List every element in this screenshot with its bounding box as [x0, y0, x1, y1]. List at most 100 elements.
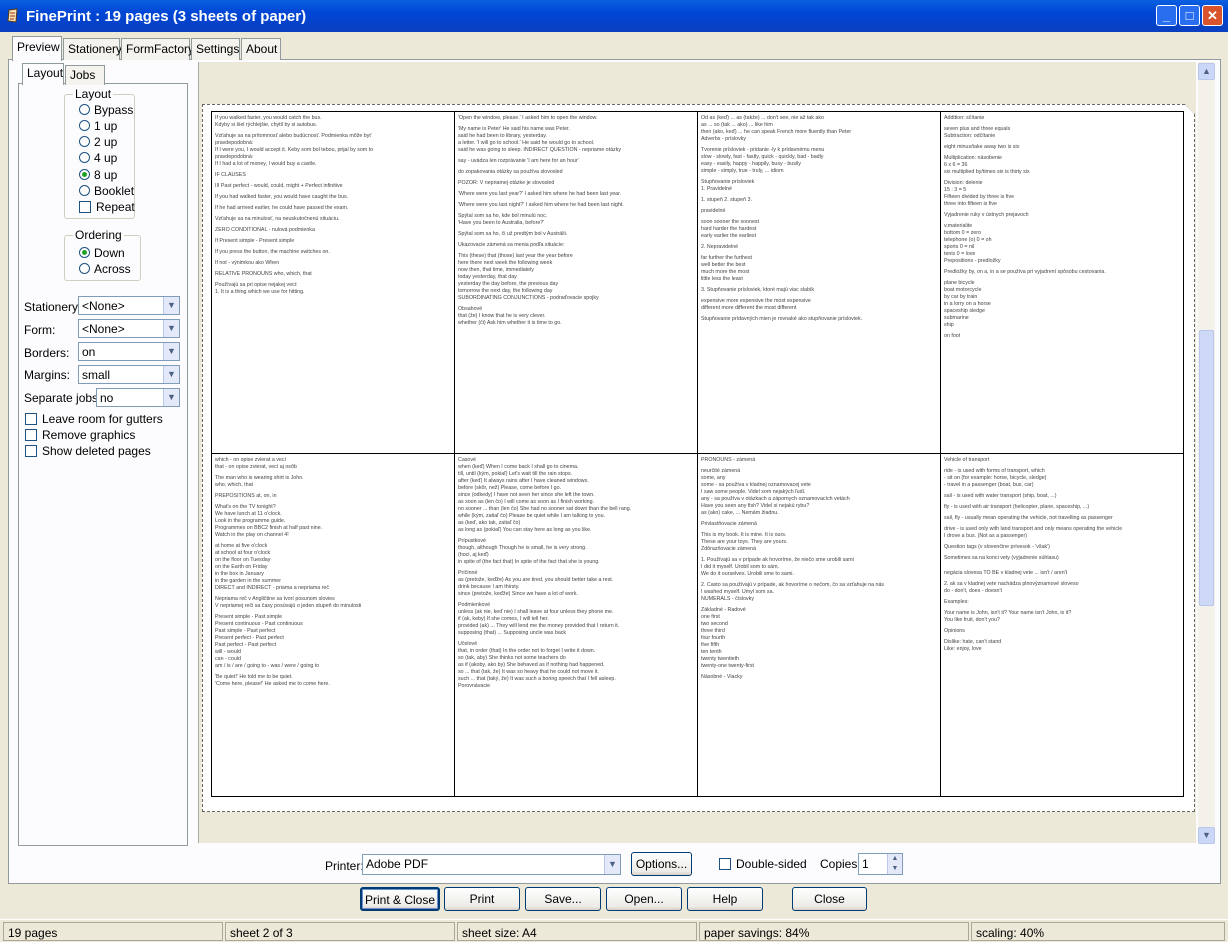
page-text-line: little less the least: [701, 276, 743, 282]
page-text-line: 'My name is Peter' He said his name was …: [458, 126, 570, 132]
page-text-line: Like: enjoy, love: [944, 646, 982, 652]
page-thumbnail[interactable]: If you walked faster, you would catch th…: [212, 112, 455, 454]
page-text-line: Stupňovanie prídavných mien je rovnaké a…: [701, 316, 863, 322]
page-text-line: today yesterday, that day: [458, 274, 517, 280]
page-thumbnail[interactable]: which - on opise zvierat a vecí that - on…: [212, 454, 455, 796]
copies-stepper[interactable]: 1 ▲ ▼: [858, 853, 903, 875]
radio-label: 2 up: [94, 135, 118, 149]
page-text-line: which - on opise zvierat a vecí: [215, 457, 286, 463]
page-thumbnail[interactable]: Časové when (keď) When I come back I shal…: [455, 454, 698, 796]
window-title: FinePrint : 19 pages (3 sheets of paper): [26, 8, 307, 25]
page-text-line: Podmienkové: [458, 602, 491, 608]
page-text-line: Základné - Radové: [701, 607, 746, 613]
radio-label: 8 up: [94, 168, 118, 182]
page-text-line: Present perfect - Past perfect: [215, 635, 284, 641]
checkbox-label: Leave room for gutters: [42, 412, 163, 426]
page-text-line: 'Have you been to Australia, before?': [458, 220, 545, 226]
page-text-line: telephone (o) 0 = oh: [944, 237, 992, 243]
page-text-line: so (tak, aby) She thinks not some teache…: [458, 655, 566, 661]
radio-dot-selected: [79, 169, 90, 180]
print-close-button[interactable]: Print & Close: [360, 887, 440, 911]
page-text-line: Fifteen divided by three is five: [944, 194, 1015, 200]
page-text-line: am / is / are / going to - was / were / …: [215, 663, 320, 669]
page-text-line: now then, that time, immediately: [458, 267, 534, 273]
ordering-group-title: Ordering: [73, 228, 124, 242]
page-text-line: boat motorcycle: [944, 287, 982, 293]
spin-up-icon[interactable]: ▲: [887, 854, 902, 864]
page-text-line: fly - is used with air transport (helico…: [944, 504, 1090, 510]
page-thumbnail[interactable]: Addition: sčítanie seven plus and three e…: [941, 112, 1183, 454]
scroll-up-icon[interactable]: ▲: [1198, 63, 1215, 80]
chevron-down-icon: ▼: [163, 297, 179, 314]
page-text-line: since (pretože, keďže) Since we have a l…: [458, 591, 578, 597]
tab-about[interactable]: About: [241, 38, 281, 60]
separate-jobs-select[interactable]: no ▼: [96, 388, 180, 407]
save-button[interactable]: Save...: [525, 887, 601, 911]
radio-dot: [79, 185, 90, 196]
tab-settings[interactable]: Settings: [191, 38, 240, 60]
scroll-down-icon[interactable]: ▼: [1198, 827, 1215, 844]
page-text-line: Addition: sčítanie: [944, 115, 985, 121]
spin-down-icon[interactable]: ▼: [887, 864, 902, 874]
minimize-button[interactable]: _: [1156, 5, 1177, 26]
page-text-line: three into fifteen is five: [944, 201, 997, 207]
margins-label: Margins:: [24, 368, 71, 382]
title-bar: FinePrint : 19 pages (3 sheets of paper)…: [0, 0, 1228, 32]
margins-select[interactable]: small ▼: [78, 365, 180, 384]
page-text-line: Look in the programme guide.: [215, 518, 286, 524]
page-text-line: two second: [701, 621, 728, 627]
page-text-line: Past simple - Past perfect: [215, 628, 276, 634]
page-thumbnail[interactable]: 'Open the window, please.' I asked him t…: [455, 112, 698, 454]
fineprint-app-icon: [7, 8, 18, 23]
page-text-line: 6 x 6 = 36: [944, 162, 968, 168]
page-text-line: We have lunch at 11 o'clock.: [215, 511, 282, 517]
page-grid: If you walked faster, you would catch th…: [211, 111, 1184, 797]
page-thumbnail[interactable]: PRONOUNS - zámená neurčité zámená some, an…: [698, 454, 941, 796]
page-text-line: unless (ak nie, keď nie) I shall leave a…: [458, 609, 614, 615]
page-text-line: 1. Používajú sa v prípade ak hovoríme, ž…: [701, 557, 854, 563]
maximize-button[interactable]: □: [1179, 5, 1200, 26]
page-text-line: early earlier the earliest: [701, 233, 757, 239]
margins-value: small: [82, 368, 111, 382]
page-text-line: no sooner ... than (len čo) She had no s…: [458, 506, 632, 512]
close-window-button[interactable]: ✕: [1202, 5, 1223, 26]
help-button[interactable]: Help: [687, 887, 763, 911]
tab-stationery[interactable]: Stationery: [63, 38, 122, 60]
page-text-line: Vzťahuje sa na minulosť, na neuskutočnen…: [215, 216, 340, 222]
page-text-line: if (ak, keby) If she comes, I will tell …: [458, 616, 549, 622]
page-text-line: simple - simply, true - truly, ... idiom: [701, 168, 784, 174]
form-select[interactable]: <None> ▼: [78, 319, 180, 338]
radio-dot-selected: [79, 247, 90, 258]
subtab-jobs[interactable]: Jobs: [65, 65, 105, 85]
print-button[interactable]: Print: [444, 887, 520, 911]
subtab-layout[interactable]: Layout: [22, 63, 64, 85]
page-text-line: here there next week the following week: [458, 260, 553, 266]
page-text-line: three third: [701, 628, 725, 634]
borders-select[interactable]: on ▼: [78, 342, 180, 361]
checkbox-box: [25, 445, 37, 457]
printer-value: Adobe PDF: [366, 857, 429, 871]
close-button[interactable]: Close: [792, 887, 867, 911]
checkbox-label: Remove graphics: [42, 428, 136, 442]
preview-scrollbar[interactable]: ▲ ▼: [1198, 62, 1215, 844]
page-text-line: If you had walked faster, you would have…: [215, 194, 349, 200]
options-button[interactable]: Options...: [631, 852, 692, 876]
page-text-line: twenty twentieth: [701, 656, 739, 662]
tab-formfactory[interactable]: FormFactory: [121, 38, 194, 60]
borders-label: Borders:: [24, 346, 70, 360]
page-text-line: I did it myself. Urobil som to sám.: [701, 564, 780, 570]
page-thumbnail[interactable]: Vehicle of transport ride - is used with …: [941, 454, 1183, 796]
page-text-line: Tvorenie prísloviek - pridanie -ly k prí…: [701, 147, 825, 153]
tab-preview[interactable]: Preview: [12, 36, 62, 61]
radio-label: 4 up: [94, 151, 118, 165]
printer-select[interactable]: Adobe PDF ▼: [362, 854, 621, 875]
page-text-line: Porovnávacie: [458, 683, 491, 689]
page-text-line: Obsahové: [458, 306, 483, 312]
page-text-line: POZOR: V nepriamej otázke je slovosled: [458, 180, 555, 186]
scroll-thumb[interactable]: [1199, 330, 1214, 606]
stationery-select[interactable]: <None> ▼: [78, 296, 180, 315]
page-thumbnail[interactable]: Od as (keď) ... as (takže) ... don't see…: [698, 112, 941, 454]
open-button[interactable]: Open...: [606, 887, 682, 911]
page-text-line: Spýtal som sa ho, kde bol minulú noc.: [458, 213, 548, 219]
checkbox-box: [719, 858, 731, 870]
